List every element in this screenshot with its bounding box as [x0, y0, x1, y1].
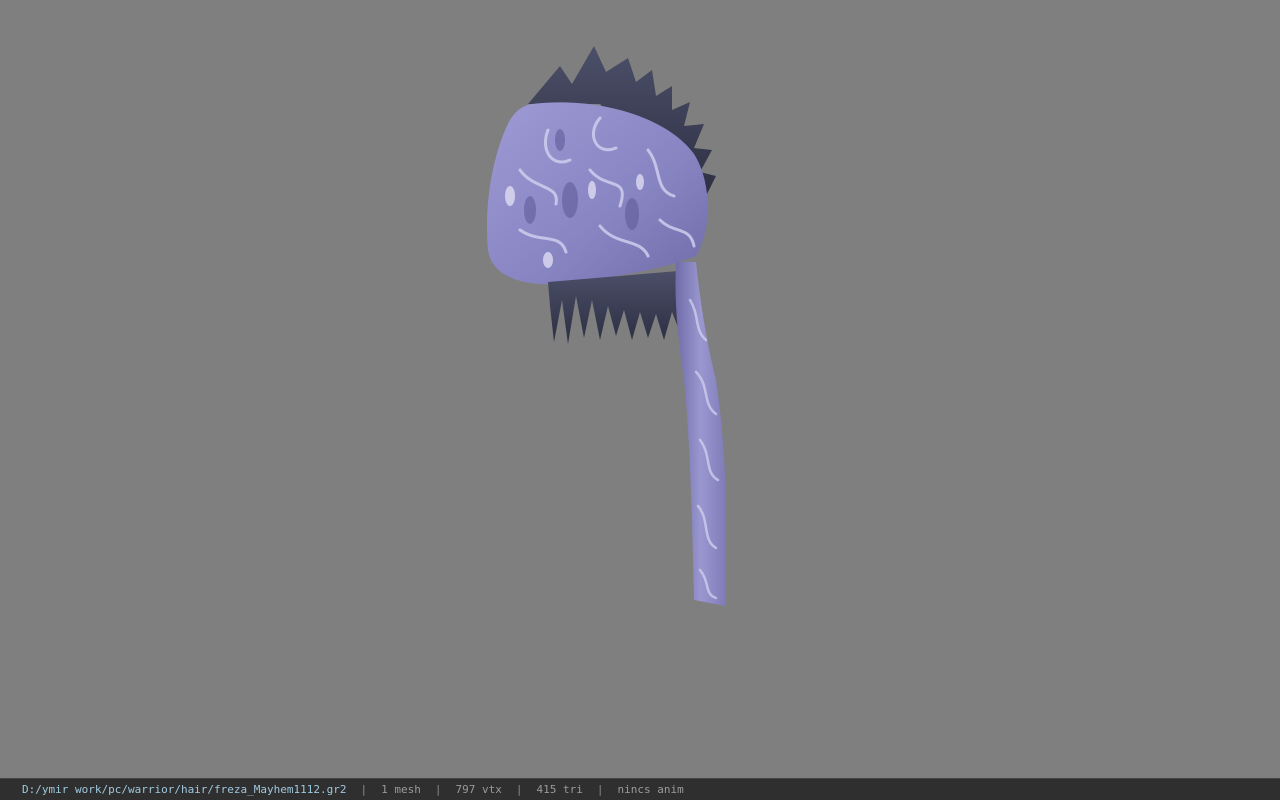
mesh-count: 1 mesh — [381, 783, 421, 796]
status-separator: | — [515, 783, 523, 796]
status-separator: | — [360, 783, 368, 796]
file-path: D:/ymir work/pc/warrior/hair/freza_Mayhe… — [22, 783, 347, 796]
triangle-count: 415 tri — [536, 783, 583, 796]
hanging-ribbon — [675, 262, 726, 606]
status-separator: | — [434, 783, 442, 796]
hair-model-render — [486, 46, 726, 606]
bottom-fringe — [548, 270, 690, 344]
vertex-count: 797 vtx — [455, 783, 502, 796]
status-separator: | — [596, 783, 604, 796]
status-bar: D:/ymir work/pc/warrior/hair/freza_Mayhe… — [0, 778, 1280, 800]
3d-viewport[interactable] — [0, 0, 1280, 778]
animation-status: nincs anim — [617, 783, 684, 796]
